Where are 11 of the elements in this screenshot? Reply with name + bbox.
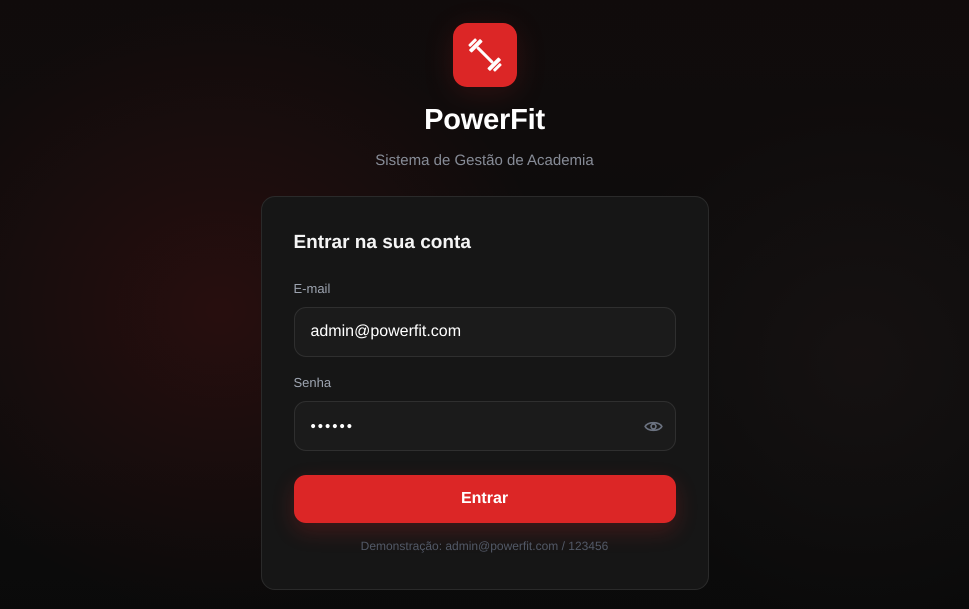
email-field[interactable]: admin@powerfit.com (294, 307, 676, 357)
login-button[interactable]: Entrar (294, 475, 676, 523)
email-label: E-mail (294, 281, 330, 297)
app-tagline: Sistema de Gestão de Academia (375, 152, 594, 170)
eye-icon[interactable] (644, 420, 662, 432)
dumbbell-icon (452, 23, 516, 87)
form-title: Entrar na sua conta (294, 232, 471, 254)
password-label: Senha (294, 375, 332, 391)
app-name: PowerFit (424, 103, 545, 137)
password-field[interactable]: •••••• (294, 401, 676, 451)
demo-credentials-hint: Demonstração: admin@powerfit.com / 123456 (360, 539, 608, 553)
